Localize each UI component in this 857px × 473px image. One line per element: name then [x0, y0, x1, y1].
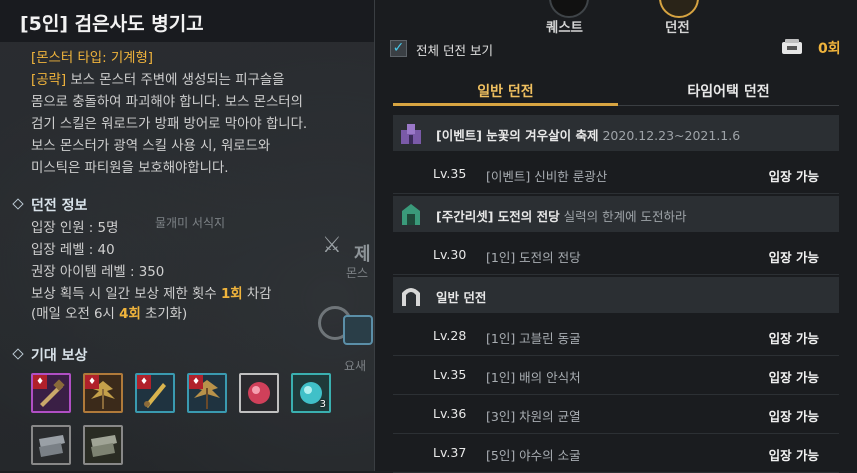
reward-item[interactable] — [83, 425, 123, 465]
reward-item[interactable]: ♦ — [83, 373, 123, 413]
strategy-line-2: 몸으로 충돌하여 파괴해야 합니다. 보스 몬스터의 — [31, 95, 303, 110]
map-label-big: 제 — [354, 244, 371, 265]
reward-item[interactable]: ♦ — [187, 373, 227, 413]
ticket-count: 0회 — [818, 41, 841, 57]
reward-item[interactable] — [31, 425, 71, 465]
enter-status: 입장 가능 — [768, 331, 819, 346]
category-title: [주간리셋] 도전의 전당 실력의 한계에 도전하라 — [436, 209, 687, 224]
reward-item[interactable] — [239, 373, 279, 413]
ticket-icon — [782, 39, 802, 54]
dungeon-category-header[interactable]: [주간리셋] 도전의 전당 실력의 한계에 도전하라 — [393, 196, 839, 232]
info-entry-level: 입장 레벨 : 40 — [31, 243, 115, 258]
show-all-dungeons-label[interactable]: 전체 던전 보기 — [416, 40, 493, 59]
category-title: 일반 던전 — [436, 290, 487, 305]
dungeon-name: [3인] 차원의 균열 — [486, 409, 581, 424]
reward-badge-icon: ♦ — [137, 375, 151, 389]
dungeon-row[interactable]: Lv.30 [1인] 도전의 전당 입장 가능 — [393, 236, 839, 275]
diamond-bullet-icon — [12, 348, 24, 360]
dungeon-row[interactable]: Lv.36 [3인] 차원의 균열 입장 가능 — [393, 395, 839, 434]
diamond-bullet-icon — [12, 198, 24, 210]
dungeon-name: [1인] 도전의 전당 — [486, 250, 581, 265]
dungeon-row[interactable]: Lv.35 [이벤트] 신비한 룬광산 입장 가능 — [393, 155, 839, 194]
strategy-line-5: 미스틱은 파티원을 보호해야합니다. — [31, 161, 229, 176]
active-subtab-indicator — [393, 103, 618, 106]
dungeon-list-panel: 퀘스트 던전 ✓ 전체 던전 보기 0회 일반 던전 타임어택 던전 [이벤트]… — [375, 0, 857, 473]
dungeon-name: [5인] 야수의 소굴 — [486, 448, 581, 463]
map-dungeon-icon — [343, 315, 373, 345]
dungeon-title: [5인] 검은사도 병기고 — [20, 13, 204, 35]
info-item-level: 권장 아이템 레벨 : 350 — [31, 265, 165, 280]
reward-item[interactable]: ♦ — [135, 373, 175, 413]
reward-item[interactable]: ♦ — [31, 373, 71, 413]
enter-status: 입장 가능 — [768, 370, 819, 385]
dungeon-level: Lv.35 — [433, 367, 467, 382]
dungeon-detail-panel: 물개미 서식지 제 몬스 요새 ⚔ [5인] 검은사도 병기고 [몬스터 타입:… — [0, 0, 374, 471]
enter-status: 입장 가능 — [768, 409, 819, 424]
dungeon-row[interactable]: Lv.37 [5인] 야수의 소굴 입장 가능 — [393, 434, 839, 473]
info-reset: (매일 오전 6시 4회 초기화) — [31, 307, 188, 322]
dungeon-name: [이벤트] 신비한 룬광산 — [486, 169, 608, 184]
map-label-small: 몬스 — [346, 266, 369, 280]
dungeon-category-header[interactable]: [이벤트] 눈꽃의 겨우살이 축제 2020.12.23~2021.1.6 — [393, 115, 839, 151]
dungeon-name: [1인] 배의 안식처 — [486, 370, 581, 385]
enter-status: 입장 가능 — [768, 250, 819, 265]
dungeon-level: Lv.28 — [433, 328, 467, 343]
event-castle-icon — [401, 124, 421, 144]
dungeon-info-header: 던전 정보 — [12, 195, 87, 215]
reward-count: 3 — [319, 399, 326, 410]
dungeon-level: Lv.30 — [433, 247, 467, 262]
subtab-time-attack-dungeon[interactable]: 타임어택 던전 — [618, 81, 839, 101]
enter-status: 입장 가능 — [768, 169, 819, 184]
strategy-line-3: 검기 스킬은 워로드가 방패 방어로 막아야 합니다. — [31, 117, 308, 132]
strategy-tag: [공략] — [31, 73, 67, 88]
tab-dungeon[interactable]: 던전 — [665, 16, 690, 36]
tab-quest[interactable]: 퀘스트 — [546, 16, 583, 36]
dungeon-level: Lv.37 — [433, 445, 467, 460]
map-label-fortress: 요새 — [344, 359, 367, 373]
weekly-gate-icon — [402, 204, 420, 225]
show-all-dungeons-checkbox[interactable]: ✓ — [390, 40, 407, 57]
monster-type: [몬스터 타입: 기계형] — [31, 51, 154, 66]
dungeon-row[interactable]: Lv.35 [1인] 배의 안식처 입장 가능 — [393, 356, 839, 395]
category-title: [이벤트] 눈꽃의 겨우살이 축제 2020.12.23~2021.1.6 — [436, 128, 741, 143]
strategy-line-4: 보스 몬스터가 광역 스킬 사용 시, 워로드와 — [31, 139, 271, 154]
armor-plate-gold-icon — [85, 427, 121, 463]
dungeon-level: Lv.36 — [433, 406, 467, 421]
map-area-label: 물개미 서식지 — [155, 216, 226, 230]
info-party-size: 입장 인원 : 5명 — [31, 221, 119, 236]
enter-status: 입장 가능 — [768, 448, 819, 463]
dungeon-name: [1인] 고블린 동굴 — [486, 331, 581, 346]
armor-plate-icon — [33, 427, 69, 463]
crossed-swords-icon: ⚔ — [322, 233, 342, 258]
reward-item[interactable]: 3 — [291, 373, 331, 413]
red-gem-icon — [241, 375, 277, 411]
expected-rewards-header: 기대 보상 — [12, 345, 87, 365]
reward-badge-icon: ♦ — [189, 375, 203, 389]
dungeon-category-header[interactable]: 일반 던전 — [393, 277, 839, 313]
info-reward-limit: 보상 획득 시 일간 보상 제한 횟수 1회 차감 — [31, 287, 272, 302]
reward-badge-icon: ♦ — [33, 375, 47, 389]
strategy-line-1: [공략] 보스 몬스터 주변에 생성되는 피구슬을 — [31, 73, 285, 88]
reward-badge-icon: ♦ — [85, 375, 99, 389]
dungeon-row[interactable]: Lv.28 [1인] 고블린 동굴 입장 가능 — [393, 317, 839, 356]
dungeon-gate-icon — [402, 288, 420, 306]
subtab-normal-dungeon[interactable]: 일반 던전 — [393, 81, 618, 101]
dungeon-level: Lv.35 — [433, 166, 467, 181]
title-bar: [5인] 검은사도 병기고 — [0, 0, 374, 42]
